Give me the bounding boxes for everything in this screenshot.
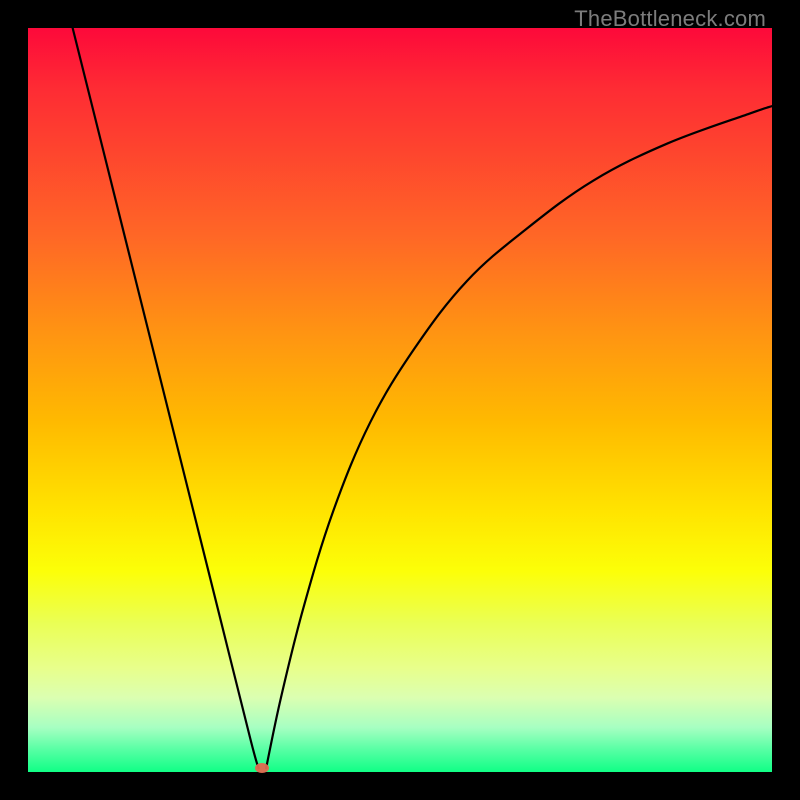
chart-container: TheBottleneck.com <box>0 0 800 800</box>
bottleneck-curve <box>28 28 772 772</box>
curve-right-branch <box>266 106 772 768</box>
curve-left-branch <box>73 28 259 768</box>
